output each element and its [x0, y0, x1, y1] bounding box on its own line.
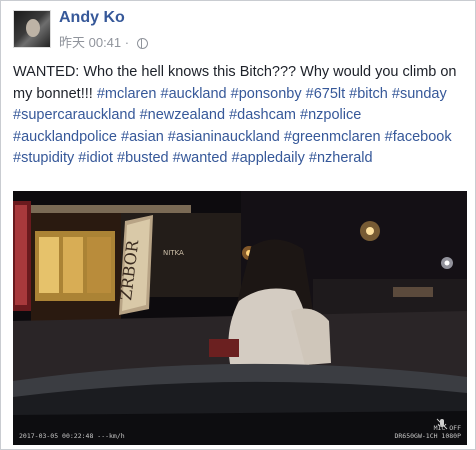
hashtag-link[interactable]: #asian [121, 129, 164, 145]
facebook-post: Andy Ko 昨天 00:41 · WANTED: Who the hell … [0, 0, 476, 450]
hashtag-link[interactable]: #supercarauckland [13, 107, 136, 123]
hashtag-link[interactable]: #bitch [349, 86, 388, 102]
hashtag-link[interactable]: #asianinauckland [168, 129, 280, 145]
video-date-overlay: 2017-03-05 00:22:48 ---km/h [19, 432, 125, 440]
post-meta: 昨天 00:41 · [59, 32, 148, 51]
hashtag-link[interactable]: #busted [117, 150, 169, 166]
video-speed: ---km/h [97, 432, 125, 440]
author-avatar[interactable] [13, 10, 51, 48]
author-name[interactable]: Andy Ko [59, 9, 125, 27]
hashtag-link[interactable]: #stupidity [13, 150, 74, 166]
hashtag-link[interactable]: #greenmclaren [284, 129, 381, 145]
avatar-face [26, 19, 40, 37]
device-label: DR650GW-1CH 1080P [394, 432, 461, 440]
hashtag-link[interactable]: #ponsonby [231, 86, 302, 102]
post-timestamp[interactable]: 昨天 00:41 [59, 35, 121, 50]
hashtag-link[interactable]: #sunday [392, 86, 447, 102]
hashtag-link[interactable]: #675lt [306, 86, 346, 102]
hashtag-link[interactable]: #wanted [173, 150, 228, 166]
hashtag-link[interactable]: #mclaren [97, 86, 157, 102]
mic-label: MIC OFF [433, 424, 461, 432]
video-frame: NITKA ZRBOR [13, 191, 467, 445]
hashtag-link[interactable]: #newzealand [140, 107, 225, 123]
hashtag-link[interactable]: #aucklandpolice [13, 129, 117, 145]
hashtag-link[interactable]: #facebook [385, 129, 452, 145]
hashtag-link[interactable]: #idiot [78, 150, 113, 166]
globe-icon[interactable] [136, 38, 148, 50]
hashtag-link[interactable]: #nzherald [309, 150, 373, 166]
video-device-overlay: MIC OFF DR650GW-1CH 1080P [394, 424, 461, 440]
storefront-sign: NITKA [163, 249, 184, 257]
video-date: 2017-03-05 00:22:48 [19, 432, 94, 440]
hashtag-link[interactable]: #dashcam [229, 107, 296, 123]
post-text: WANTED: Who the hell knows this Bitch???… [13, 62, 465, 170]
hashtag-link[interactable]: #auckland [161, 86, 227, 102]
hashtag-link[interactable]: #nzpolice [300, 107, 361, 123]
hashtag-link[interactable]: #appledaily [232, 150, 305, 166]
dashcam-video[interactable]: NITKA ZRBOR 2017-03-05 00:22:48 ---km/h … [13, 191, 467, 445]
meta-separator: · [124, 35, 130, 50]
